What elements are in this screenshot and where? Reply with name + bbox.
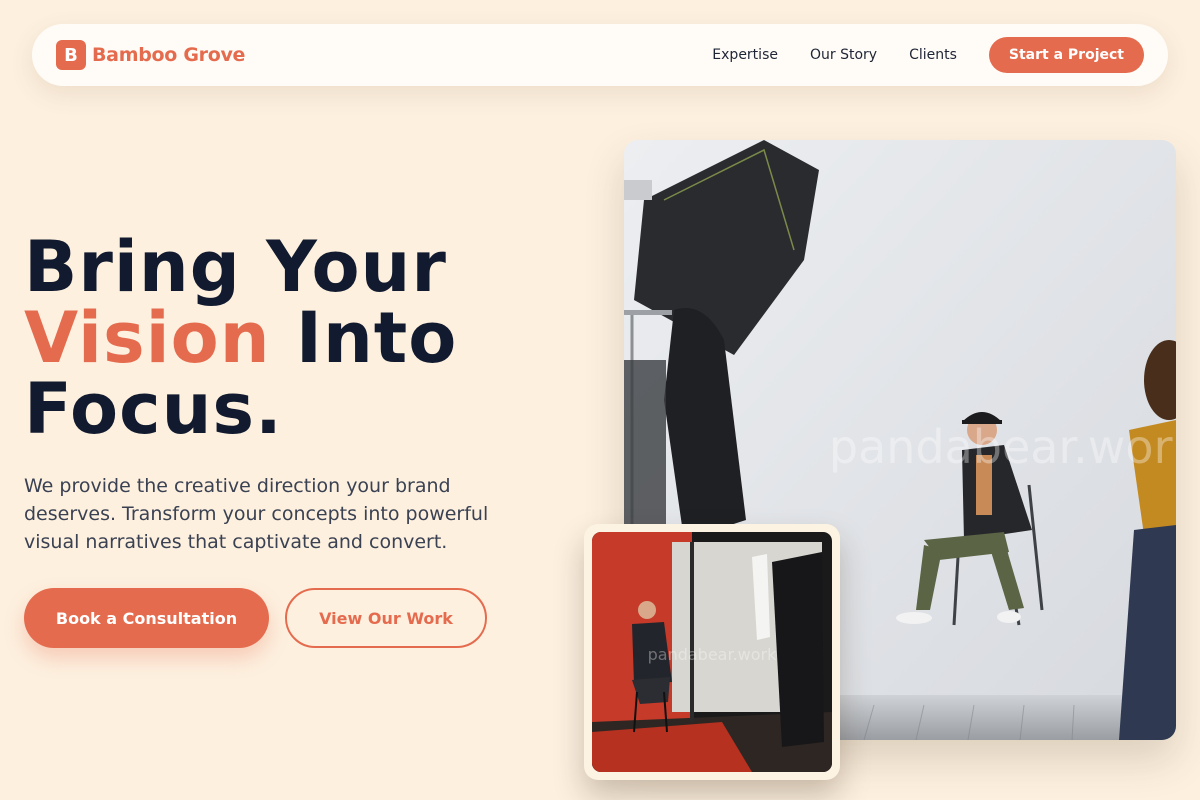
brand-name: Bamboo Grove xyxy=(92,44,246,66)
nav-link-expertise[interactable]: Expertise xyxy=(712,47,778,63)
main-photo-watermark: pandabear.work xyxy=(829,420,1176,474)
inset-photo-illustration: pandabear.work xyxy=(592,532,832,772)
inset-photo-card: pandabear.work xyxy=(584,524,840,780)
logo-badge-icon: B xyxy=(56,40,86,70)
book-consultation-button[interactable]: Book a Consultation xyxy=(24,588,269,648)
view-our-work-button[interactable]: View Our Work xyxy=(285,588,487,648)
hero-heading: Bring Your Vision Into Focus. xyxy=(24,232,457,445)
hero-heading-accent: Vision xyxy=(24,297,271,379)
hero-description-line3: visual narratives that captivate and con… xyxy=(24,531,448,553)
brand-logo[interactable]: B Bamboo Grove xyxy=(56,40,245,70)
nav-link-clients[interactable]: Clients xyxy=(909,47,957,63)
inset-studio-photo: pandabear.work xyxy=(592,532,832,772)
hero-description-line1: We provide the creative direction your b… xyxy=(24,475,451,497)
nav-links: Expertise Our Story Clients Start a Proj… xyxy=(712,37,1144,73)
hero-description-line2: deserves. Transform your concepts into p… xyxy=(24,503,489,525)
hero-heading-line1: Bring Your xyxy=(24,226,447,308)
nav-link-our-story[interactable]: Our Story xyxy=(810,47,877,63)
start-project-button[interactable]: Start a Project xyxy=(988,37,1144,73)
hero-heading-line3: Focus. xyxy=(24,368,283,450)
hero-heading-line2: Into xyxy=(270,297,458,379)
hero-description: We provide the creative direction your b… xyxy=(24,472,544,556)
top-navbar: B Bamboo Grove Expertise Our Story Clien… xyxy=(32,24,1168,86)
inset-photo-watermark: pandabear.work xyxy=(648,645,778,664)
